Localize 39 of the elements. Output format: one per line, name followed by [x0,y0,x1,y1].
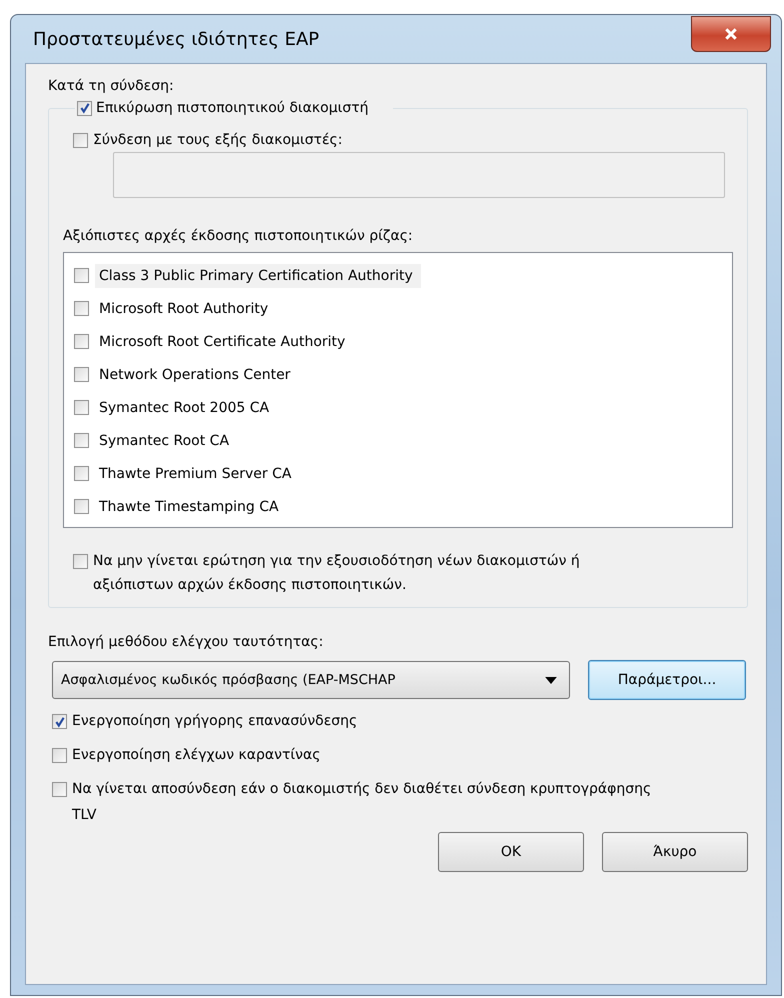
checkbox[interactable] [74,499,89,514]
checkbox[interactable] [74,301,89,316]
checkbox-label: Σύνδεση με τους εξής διακομιστές: [93,132,342,148]
close-icon [724,27,738,41]
list-item[interactable]: Thawte Premium Server CA [95,462,300,486]
checkbox[interactable] [77,100,92,116]
checkbox-label: Ενεργοποίηση γρήγορης επανασύνδεσης [72,712,358,731]
checkbox-label: Ενεργοποίηση ελέγχων καραντίνας [72,746,320,765]
dialog-button[interactable]: OK [438,832,584,872]
checkbox[interactable] [52,748,67,763]
window-title: Προστατευμένες ιδιότητες EAP [32,28,320,50]
checkbox[interactable] [52,714,67,729]
section-label: Κατά τη σύνδεση: [48,78,175,94]
list-item[interactable]: Symantec Root CA [95,428,238,452]
method-dropdown[interactable]: Ασφαλισμένος κωδικός πρόσβασης (EAP-MSCHAP [52,661,570,699]
list-label: Αξιόπιστες αρχές έκδοσης πιστοποιητικών ρίζας: [63,228,414,244]
list-item[interactable]: Thawte Timestamping CA [95,494,287,518]
checkbox[interactable] [74,367,89,382]
close-button[interactable] [691,16,771,52]
section-label: Επιλογή μεθόδου ελέγχου ταυτότητας: [48,634,324,650]
checkbox[interactable] [73,554,88,569]
list-item[interactable]: Microsoft Root Authority [95,296,276,320]
dialog-button[interactable]: Άκυρο [602,832,748,872]
checkbox[interactable] [73,132,88,148]
checkbox[interactable] [74,433,89,448]
checkbox[interactable] [74,268,89,283]
list-item[interactable]: Symantec Root 2005 CA [95,396,278,420]
caret-icon [545,676,557,684]
list-item[interactable]: Network Operations Center [95,362,298,386]
list-item[interactable]: Microsoft Root Certificate Authority [95,330,354,354]
checkbox-label: Επικύρωση πιστοποιητικού διακομιστή [96,100,369,116]
parameters-button[interactable]: Παράμετροι... [588,660,746,700]
checkbox-label: Να μην γίνεται ερώτηση για την εξουσιοδότηση νέων διακομιστών ή αξιόπιστων αρχών έκδοσης πιστοποιητικών. [93,552,581,595]
checkbox-label: Να γίνεται αποσύνδεση εάν ο διακομιστής δεν διαθέτει σύνδεση κρυπτογράφησης TLV [72,780,652,825]
checkbox[interactable] [74,466,89,481]
checkbox[interactable] [74,400,89,415]
checkbox[interactable] [74,334,89,349]
checkbox[interactable] [52,782,67,797]
list-item[interactable]: Class 3 Public Primary Certification Authority [95,264,421,288]
